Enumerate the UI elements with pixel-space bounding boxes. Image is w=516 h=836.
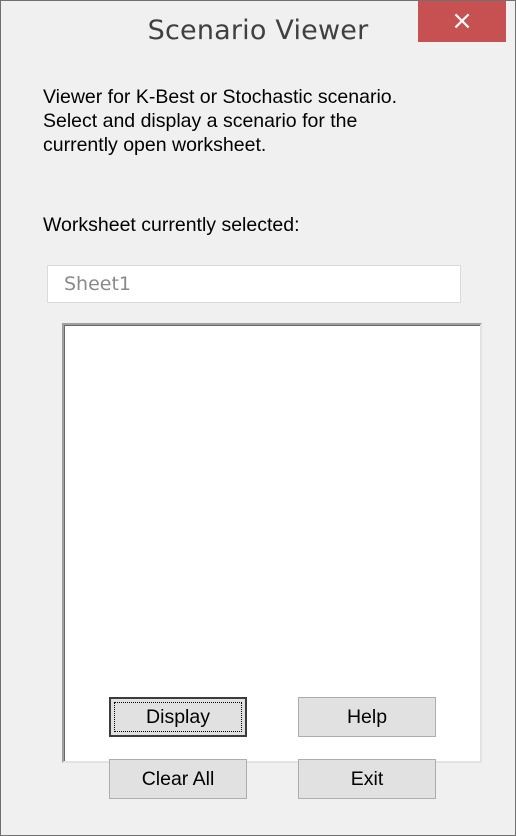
display-button-label: Display (146, 706, 210, 728)
help-button[interactable]: Help (298, 697, 436, 737)
clear-all-button-label: Clear All (141, 768, 215, 790)
description-line: Select and display a scenario for the (43, 110, 358, 132)
worksheet-label: Worksheet currently selected: (43, 214, 300, 236)
display-button[interactable]: Display (109, 697, 247, 737)
description-line: currently open worksheet. (43, 134, 267, 156)
close-icon: × (451, 6, 473, 36)
clear-all-button[interactable]: Clear All (109, 759, 247, 799)
description-text: Viewer for K-Best or Stochastic scenario… (43, 85, 473, 157)
exit-button-label: Exit (350, 768, 384, 790)
exit-button[interactable]: Exit (298, 759, 436, 799)
help-button-label: Help (346, 706, 388, 728)
description-line: Viewer for K-Best or Stochastic scenario… (43, 86, 398, 108)
title-bar[interactable]: Scenario Viewer × (1, 1, 515, 69)
worksheet-field[interactable] (47, 265, 461, 303)
close-button[interactable]: × (418, 1, 506, 42)
scenario-viewer-dialog: Scenario Viewer × Viewer for K-Best or S… (0, 0, 516, 836)
